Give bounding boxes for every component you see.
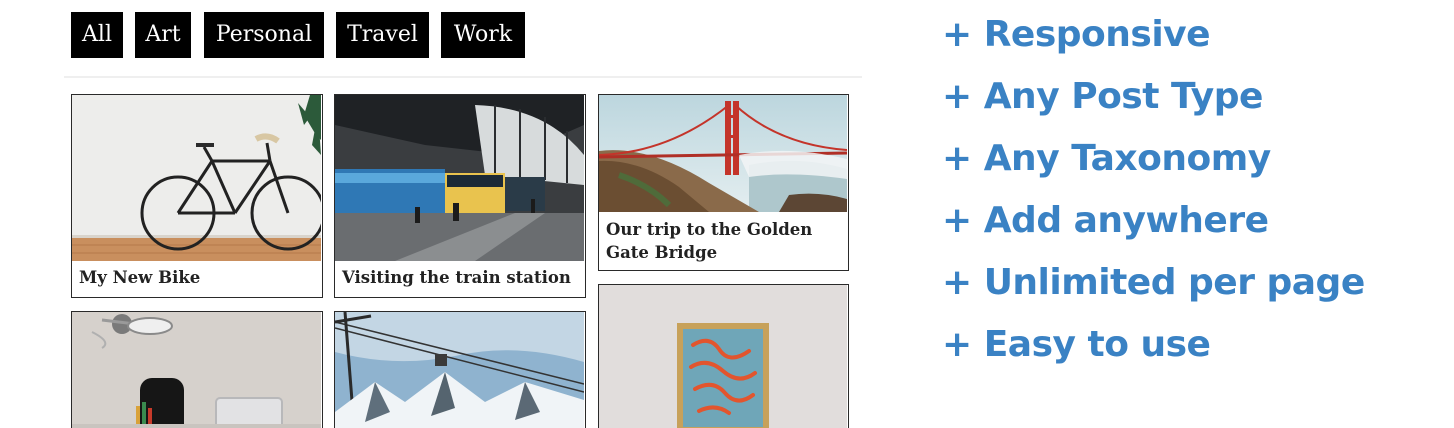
filter-travel-button[interactable]: Travel <box>336 12 429 58</box>
post-card-my-new-bike[interactable]: My New Bike <box>71 94 323 298</box>
filter-art-button[interactable]: Art <box>135 12 191 58</box>
desk-lamp-photo <box>72 312 321 428</box>
post-caption: Visiting the train station <box>342 268 571 287</box>
post-card-art[interactable] <box>598 284 849 428</box>
snowy-mountains-cable-car-photo <box>335 312 584 428</box>
bicycle-photo <box>72 95 321 261</box>
feature-item: + Unlimited per page <box>942 262 1365 303</box>
golden-gate-bridge-photo <box>599 95 847 212</box>
feature-item: + Easy to use <box>942 324 1211 365</box>
train-station-photo <box>335 95 584 261</box>
filter-work-button[interactable]: Work <box>441 12 525 58</box>
filter-personal-button[interactable]: Personal <box>204 12 324 58</box>
post-caption: Our trip to the Golden Gate Bridge <box>606 220 813 262</box>
post-card-golden-gate[interactable]: Our trip to the Golden Gate Bridge <box>598 94 849 271</box>
filter-divider <box>64 76 862 78</box>
feature-item: + Any Post Type <box>942 76 1263 117</box>
filter-all-button[interactable]: All <box>71 12 123 58</box>
feature-item: + Any Taxonomy <box>942 138 1271 179</box>
post-card-mountains[interactable] <box>334 311 586 428</box>
feature-item: + Responsive <box>942 14 1211 55</box>
feature-item: + Add anywhere <box>942 200 1269 241</box>
post-caption: My New Bike <box>79 268 201 287</box>
portfolio-screenshot: All Art Personal Travel Work My New Bike… <box>0 0 1454 428</box>
post-card-desk[interactable] <box>71 311 323 428</box>
post-card-train-station[interactable]: Visiting the train station <box>334 94 586 298</box>
framed-art-photo <box>599 285 847 428</box>
